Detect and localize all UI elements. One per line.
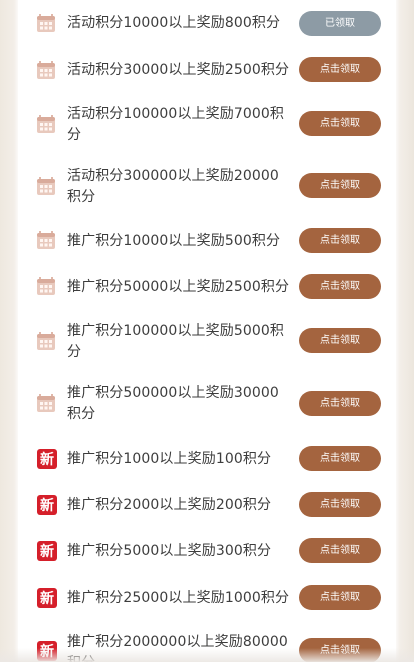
reward-description: 推广积分500000以上奖励30000积分 xyxy=(67,385,279,422)
claim-button[interactable]: 点击领取 xyxy=(299,585,381,610)
calendar-icon xyxy=(36,230,56,250)
reward-description: 推广积分1000以上奖励100积分 xyxy=(67,451,272,467)
reward-description: 活动积分100000以上奖励7000积分 xyxy=(67,106,284,143)
reward-description: 推广积分5000以上奖励300积分 xyxy=(67,543,272,559)
reward-description: 推广积分100000以上奖励5000积分 xyxy=(67,323,284,360)
reward-description: 推广积分25000以上奖励1000积分 xyxy=(67,590,290,606)
reward-description: 活动积分10000以上奖励800积分 xyxy=(67,15,281,31)
claimed-button[interactable]: 已领取 xyxy=(299,11,381,36)
calendar-icon xyxy=(36,393,56,413)
new-badge-icon: 新 xyxy=(36,587,57,608)
claim-button[interactable]: 点击领取 xyxy=(299,538,381,563)
claim-button[interactable]: 点击领取 xyxy=(299,228,381,253)
claim-button[interactable]: 点击领取 xyxy=(299,173,381,198)
new-badge-text: 新 xyxy=(40,590,54,607)
reward-list: 活动积分10000以上奖励800积分 已领取 活动积分30000以上奖励2500… xyxy=(18,0,396,662)
reward-description: 推广积分2000以上奖励200积分 xyxy=(67,497,272,513)
reward-description: 推广积分10000以上奖励500积分 xyxy=(67,233,281,249)
calendar-icon xyxy=(36,331,56,351)
claim-button[interactable]: 点击领取 xyxy=(299,57,381,82)
claim-button[interactable]: 点击领取 xyxy=(299,328,381,353)
calendar-icon xyxy=(36,114,56,134)
reward-list-page: 活动积分10000以上奖励800积分 已领取 活动积分30000以上奖励2500… xyxy=(0,0,414,662)
new-badge-text: 新 xyxy=(40,451,54,468)
new-badge-icon: 新 xyxy=(36,448,57,469)
claim-button[interactable]: 点击领取 xyxy=(299,274,381,299)
new-badge-text: 新 xyxy=(40,543,54,560)
claim-button[interactable]: 点击领取 xyxy=(299,391,381,416)
claim-button[interactable]: 点击领取 xyxy=(299,111,381,136)
new-badge-text: 新 xyxy=(40,497,54,514)
calendar-icon xyxy=(36,60,56,80)
calendar-icon xyxy=(36,176,56,196)
new-badge-icon: 新 xyxy=(36,494,57,515)
calendar-icon xyxy=(36,276,56,296)
claim-button[interactable]: 点击领取 xyxy=(299,492,381,517)
reward-description: 活动积分30000以上奖励2500积分 xyxy=(67,62,290,78)
new-badge-icon: 新 xyxy=(36,540,57,561)
reward-description: 活动积分300000以上奖励20000积分 xyxy=(67,168,279,205)
calendar-icon xyxy=(36,13,56,33)
reward-description: 推广积分50000以上奖励2500积分 xyxy=(67,279,290,295)
bottom-fade xyxy=(0,648,414,662)
claim-button[interactable]: 点击领取 xyxy=(299,446,381,471)
